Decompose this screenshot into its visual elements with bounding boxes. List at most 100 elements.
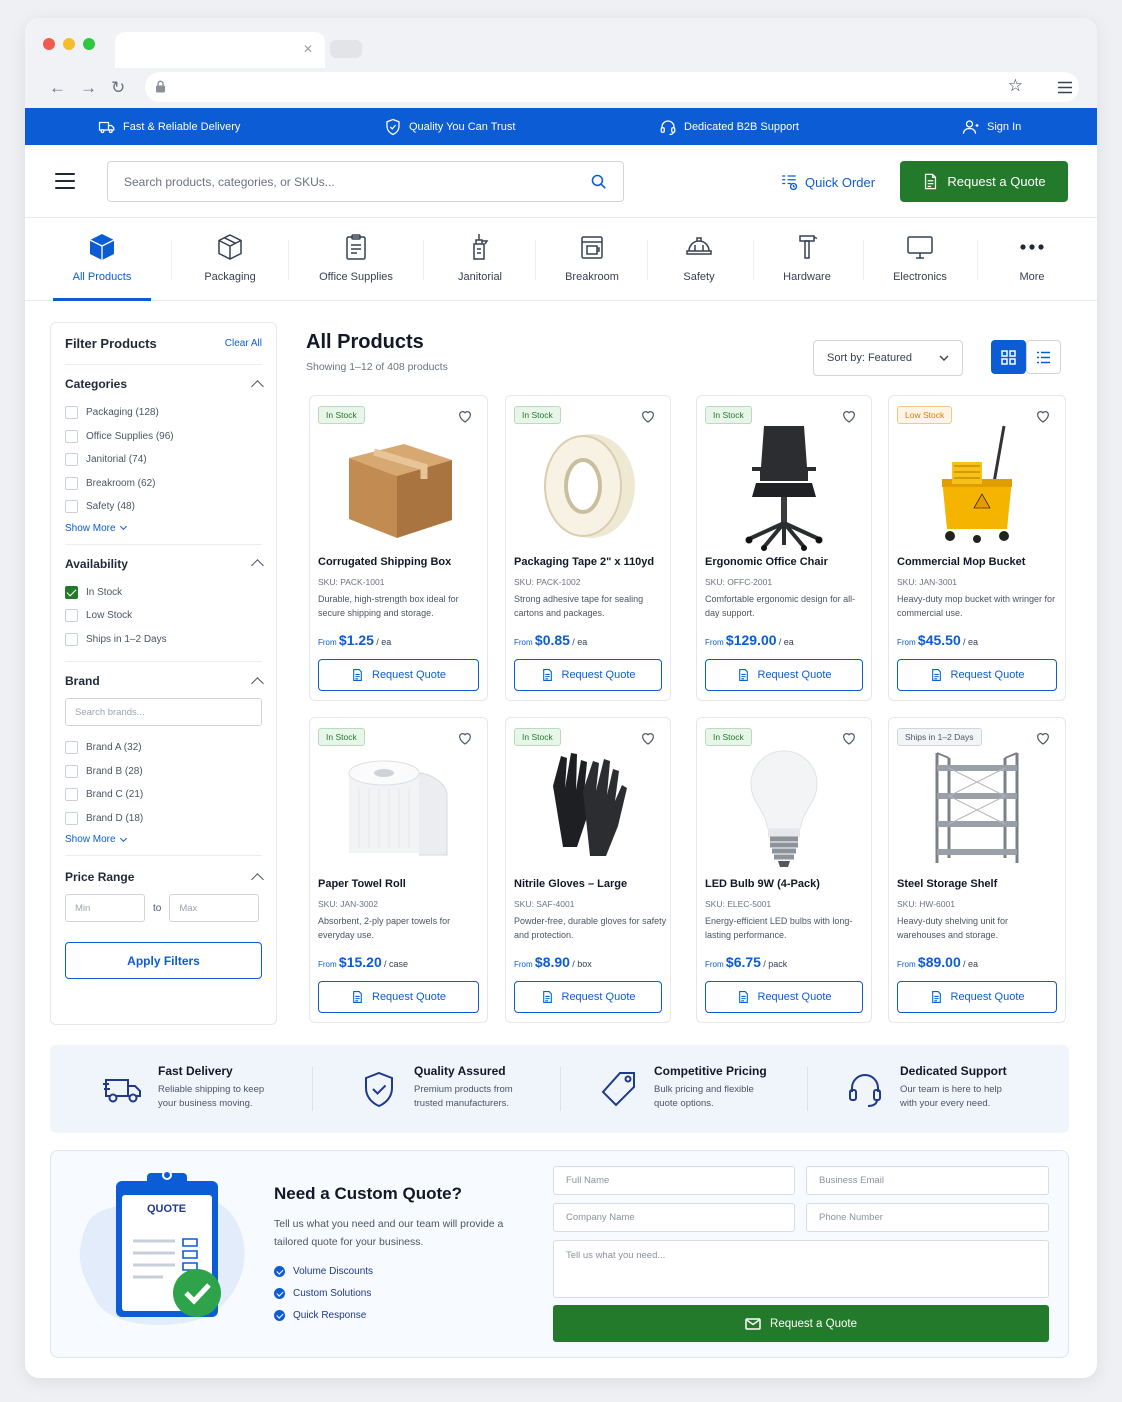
grid-view-button[interactable] bbox=[991, 340, 1026, 374]
forward-icon[interactable]: → bbox=[80, 78, 97, 98]
message-textarea[interactable]: Tell us what you need... bbox=[553, 1240, 1049, 1298]
sign-in-link[interactable]: Sign In bbox=[962, 108, 1021, 145]
price-max-input[interactable]: Max bbox=[169, 894, 260, 922]
price-min-input[interactable]: Min bbox=[65, 894, 145, 922]
clear-all-link[interactable]: Clear All bbox=[225, 338, 262, 349]
heart-icon[interactable] bbox=[841, 408, 857, 424]
browser-menu-icon[interactable] bbox=[1057, 81, 1073, 94]
availability-checkbox[interactable]: In Stock bbox=[65, 581, 262, 605]
request-quote-button[interactable]: Request Quote bbox=[318, 981, 479, 1013]
search-input[interactable]: Search products, categories, or SKUs... bbox=[107, 161, 624, 202]
product-card[interactable]: Ships in 1–2 Days Steel Storage Shelf SK… bbox=[888, 717, 1066, 1023]
category-breakroom[interactable]: Breakroom bbox=[547, 218, 637, 301]
hamburger-menu-icon[interactable] bbox=[55, 173, 75, 189]
category-checkbox[interactable]: Safety (48) bbox=[65, 495, 262, 519]
coffee-machine-icon bbox=[581, 236, 603, 259]
chevron-up-icon[interactable] bbox=[251, 559, 264, 572]
category-office-supplies[interactable]: Office Supplies bbox=[307, 218, 405, 301]
stock-badge: In Stock bbox=[514, 406, 561, 424]
price-value: $89.00 bbox=[917, 954, 961, 970]
heart-icon[interactable] bbox=[1035, 730, 1051, 746]
product-card[interactable]: In Stock Corrugated Shipping Box SKU: PA… bbox=[309, 395, 488, 701]
brand-checkbox[interactable]: Brand A (32) bbox=[65, 736, 262, 760]
product-card[interactable]: In Stock LED Bulb 9W (4-Pack) SKU: ELEC-… bbox=[696, 717, 872, 1023]
category-more[interactable]: More bbox=[991, 218, 1073, 301]
category-hardware[interactable]: Hardware bbox=[765, 218, 849, 301]
category-all-products[interactable]: All Products bbox=[53, 218, 151, 301]
request-quote-button[interactable]: Request Quote bbox=[897, 981, 1057, 1013]
heart-icon[interactable] bbox=[640, 408, 656, 424]
chevron-up-icon[interactable] bbox=[251, 379, 264, 393]
shield-check-icon bbox=[386, 118, 400, 135]
apply-filters-button[interactable]: Apply Filters bbox=[65, 942, 262, 979]
request-quote-button[interactable]: Request Quote bbox=[705, 981, 863, 1013]
request-quote-button[interactable]: Request Quote bbox=[514, 981, 662, 1013]
category-electronics[interactable]: Electronics bbox=[875, 218, 965, 301]
request-quote-button[interactable]: Request Quote bbox=[705, 659, 863, 691]
product-card[interactable]: Low Stock Commercial Mop Bucket SKU: JAN… bbox=[888, 395, 1066, 701]
availability-checkbox[interactable]: Low Stock bbox=[65, 604, 262, 628]
category-checkbox[interactable]: Packaging (128) bbox=[65, 401, 262, 425]
category-label: Safety bbox=[683, 271, 715, 283]
reload-icon[interactable]: ↻ bbox=[111, 78, 125, 98]
brand-checkbox[interactable]: Brand D (18) bbox=[65, 807, 262, 831]
category-checkbox[interactable]: Office Supplies (96) bbox=[65, 425, 262, 449]
request-quote-button[interactable]: Request Quote bbox=[514, 659, 662, 691]
search-icon[interactable] bbox=[590, 173, 607, 190]
browser-window: ✕ ← → ↻ ☆ Fast & Reliable Delivery Quali… bbox=[25, 18, 1097, 1378]
address-bar[interactable]: ☆ bbox=[145, 72, 1079, 102]
close-tab-icon[interactable]: ✕ bbox=[303, 42, 313, 56]
submit-quote-button[interactable]: Request a Quote bbox=[553, 1305, 1049, 1342]
product-card[interactable]: In Stock Packaging Tape 2" x 110yd SKU: … bbox=[505, 395, 671, 701]
full-name-field[interactable]: Full Name bbox=[553, 1166, 795, 1195]
category-packaging[interactable]: Packaging bbox=[185, 218, 275, 301]
category-checkbox[interactable]: Breakroom (62) bbox=[65, 472, 262, 496]
feature-title: Fast Delivery bbox=[158, 1064, 233, 1078]
heart-icon[interactable] bbox=[457, 730, 473, 746]
brand-search-input[interactable]: Search brands... bbox=[65, 698, 262, 726]
category-checkbox[interactable]: Janitorial (74) bbox=[65, 448, 262, 472]
show-more-brands[interactable]: Show More bbox=[65, 834, 262, 845]
bookmark-star-icon[interactable]: ☆ bbox=[1008, 76, 1023, 96]
product-price: From $89.00 / ea bbox=[897, 954, 978, 970]
list-view-button[interactable] bbox=[1026, 340, 1061, 374]
product-image bbox=[506, 426, 670, 546]
company-name-field[interactable]: Company Name bbox=[553, 1203, 795, 1232]
product-card[interactable]: In Stock Nitrile Gloves – Large SKU: SAF… bbox=[505, 717, 671, 1023]
product-description: Durable, high-strength box ideal for sec… bbox=[318, 594, 459, 618]
minimize-window-icon[interactable] bbox=[63, 38, 75, 50]
phone-number-field[interactable]: Phone Number bbox=[806, 1203, 1049, 1232]
new-tab-button[interactable] bbox=[330, 40, 362, 58]
brand-checkbox[interactable]: Brand B (28) bbox=[65, 760, 262, 784]
close-window-icon[interactable] bbox=[43, 38, 55, 50]
price-unit: / box bbox=[572, 959, 592, 969]
price-unit: / ea bbox=[778, 637, 794, 647]
check-circle-icon bbox=[274, 1266, 285, 1277]
request-quote-button[interactable]: Request a Quote bbox=[900, 161, 1068, 202]
business-email-field[interactable]: Business Email bbox=[806, 1166, 1049, 1195]
heart-icon[interactable] bbox=[640, 730, 656, 746]
heart-icon[interactable] bbox=[1035, 408, 1051, 424]
heart-icon[interactable] bbox=[841, 730, 857, 746]
quick-order-link[interactable]: Quick Order bbox=[780, 173, 875, 191]
request-quote-button[interactable]: Request Quote bbox=[897, 659, 1057, 691]
maximize-window-icon[interactable] bbox=[83, 38, 95, 50]
price-value: $8.90 bbox=[534, 954, 570, 970]
category-janitorial[interactable]: Janitorial bbox=[437, 218, 523, 301]
product-name: Corrugated Shipping Box bbox=[318, 556, 452, 568]
brand-checkbox[interactable]: Brand C (21) bbox=[65, 783, 262, 807]
product-card[interactable]: In Stock Ergonomic Office Chair SKU: OFF… bbox=[696, 395, 872, 701]
chevron-up-icon[interactable] bbox=[251, 676, 264, 690]
category-safety[interactable]: Safety bbox=[659, 218, 739, 301]
submit-label: Request a Quote bbox=[770, 1317, 857, 1330]
request-quote-button[interactable]: Request Quote bbox=[318, 659, 479, 691]
chevron-up-icon[interactable] bbox=[251, 872, 264, 886]
availability-checkbox[interactable]: Ships in 1–2 Days bbox=[65, 628, 262, 652]
document-icon bbox=[542, 991, 552, 1003]
back-icon[interactable]: ← bbox=[49, 78, 66, 98]
browser-tab[interactable]: ✕ bbox=[115, 32, 325, 68]
heart-icon[interactable] bbox=[457, 408, 473, 424]
product-card[interactable]: In Stock Paper Towel Roll SKU: JAN-3002 … bbox=[309, 717, 488, 1023]
show-more-categories[interactable]: Show More bbox=[65, 523, 262, 534]
sort-dropdown[interactable]: Sort by: Featured bbox=[813, 340, 963, 376]
